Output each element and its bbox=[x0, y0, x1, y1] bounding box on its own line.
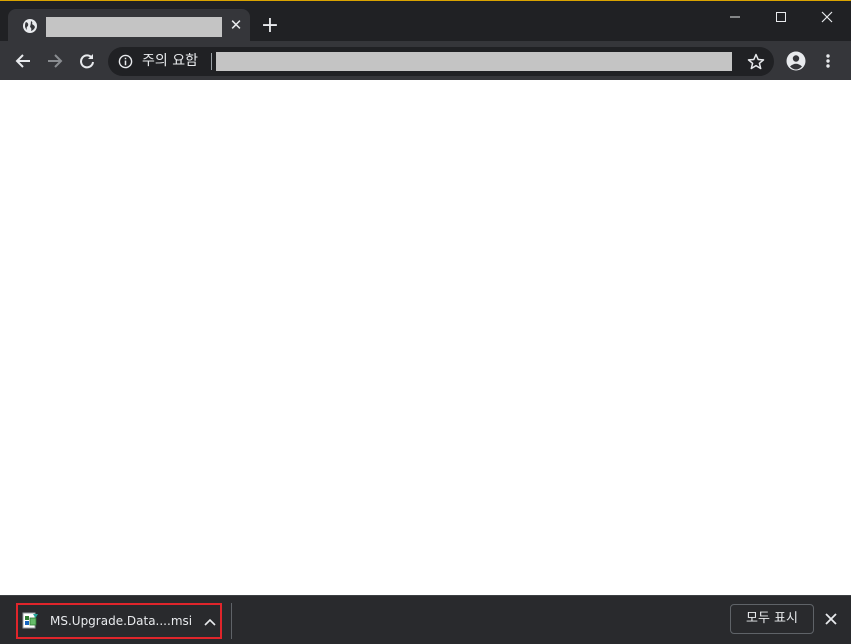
globe-icon bbox=[23, 19, 37, 33]
download-shelf: MS.Upgrade.Data....msi 모두 표시 bbox=[0, 595, 851, 644]
address-bar[interactable]: 주의 요함 bbox=[108, 47, 774, 76]
download-filename: MS.Upgrade.Data....msi bbox=[50, 614, 193, 628]
profile-button[interactable] bbox=[782, 47, 810, 75]
forward-button[interactable] bbox=[41, 47, 69, 75]
close-icon bbox=[821, 11, 833, 23]
active-tab[interactable]: ✕ bbox=[8, 9, 250, 42]
installer-file-icon bbox=[22, 612, 38, 629]
browser-toolbar: 주의 요함 bbox=[0, 41, 851, 80]
tab-title-redacted bbox=[46, 17, 222, 37]
minimize-button[interactable] bbox=[712, 3, 758, 31]
page-content bbox=[0, 80, 851, 595]
back-button[interactable] bbox=[9, 47, 37, 75]
account-circle-icon bbox=[786, 51, 806, 71]
security-status-label[interactable]: 주의 요함 bbox=[142, 53, 198, 70]
new-tab-button[interactable]: + bbox=[258, 15, 282, 39]
browser-window: ✕ + 주의 요함 MS.Upgrade.Data....msi 모두 표시 bbox=[0, 0, 851, 644]
star-icon[interactable] bbox=[746, 52, 766, 72]
arrow-left-icon bbox=[15, 54, 30, 68]
show-all-button[interactable]: 모두 표시 bbox=[730, 604, 814, 634]
maximize-button[interactable] bbox=[758, 3, 804, 31]
shelf-separator bbox=[231, 603, 232, 639]
kebab-menu-icon bbox=[826, 54, 830, 68]
reload-button[interactable] bbox=[73, 47, 101, 75]
reload-icon bbox=[80, 54, 94, 69]
tab-strip: ✕ + bbox=[0, 1, 851, 42]
url-redacted[interactable] bbox=[216, 52, 732, 71]
minimize-icon bbox=[730, 16, 740, 18]
close-icon[interactable] bbox=[822, 610, 840, 628]
tab-close-button[interactable]: ✕ bbox=[226, 15, 246, 35]
omnibox-divider bbox=[211, 53, 212, 70]
arrow-right-icon bbox=[48, 54, 63, 68]
maximize-icon bbox=[776, 12, 786, 22]
window-close-button[interactable] bbox=[804, 3, 850, 31]
chevron-up-icon[interactable] bbox=[202, 614, 218, 630]
menu-button[interactable] bbox=[814, 47, 842, 75]
download-item[interactable]: MS.Upgrade.Data....msi bbox=[16, 603, 222, 639]
info-icon[interactable] bbox=[118, 54, 133, 69]
